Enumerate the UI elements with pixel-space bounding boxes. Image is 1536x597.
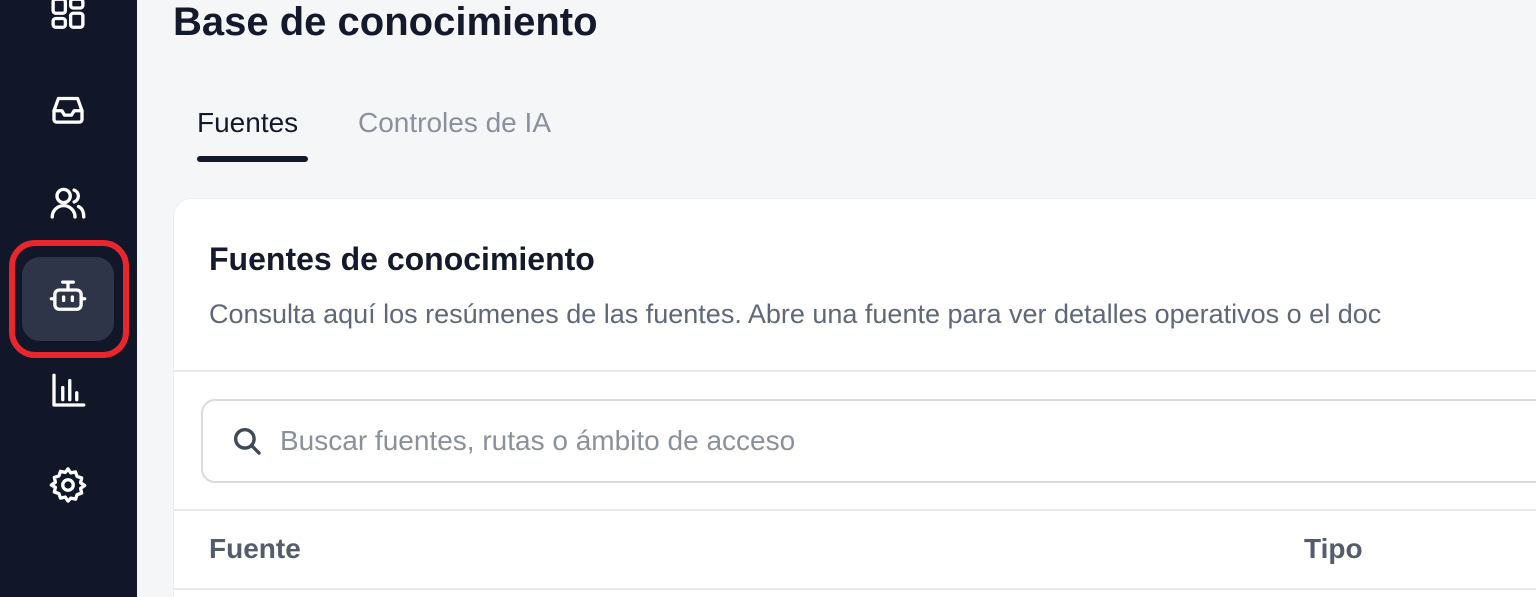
sidebar-item-dashboard[interactable] [22, 0, 114, 59]
sidebar-item-ai-agent[interactable] [22, 257, 114, 341]
table-header-divider-bottom [174, 588, 1536, 590]
tab-controles-ia[interactable]: Controles de IA [358, 98, 551, 148]
page-title: Base de conocimiento [173, 0, 598, 44]
card-description: Consulta aquí los resúmenes de las fuent… [209, 299, 1382, 329]
gear-icon [47, 464, 89, 511]
knowledge-sources-card: Fuentes de conocimiento Consulta aquí lo… [173, 198, 1536, 597]
active-tab-indicator [197, 156, 308, 162]
main-content: Base de conocimiento Fuentes Controles d… [137, 0, 1536, 597]
search-box[interactable] [201, 399, 1536, 483]
column-header-tipo[interactable]: Tipo [1304, 533, 1363, 565]
sidebar-item-inbox[interactable] [22, 69, 114, 153]
sidebar [0, 0, 137, 597]
card-divider [174, 370, 1536, 372]
sidebar-item-reports[interactable] [22, 351, 114, 435]
dashboard-grid-icon [47, 0, 89, 41]
table-header-divider-top [174, 509, 1536, 511]
card-title: Fuentes de conocimiento [209, 241, 595, 277]
sidebar-item-contacts[interactable] [22, 163, 114, 247]
sidebar-item-settings[interactable] [22, 445, 114, 529]
tab-fuentes[interactable]: Fuentes [197, 98, 298, 148]
users-icon [47, 182, 89, 229]
bot-icon [47, 276, 89, 323]
column-header-fuente[interactable]: Fuente [209, 533, 301, 565]
search-input[interactable] [280, 425, 1480, 457]
inbox-icon [47, 88, 89, 135]
search-icon [230, 424, 264, 458]
bar-chart-icon [47, 370, 89, 417]
